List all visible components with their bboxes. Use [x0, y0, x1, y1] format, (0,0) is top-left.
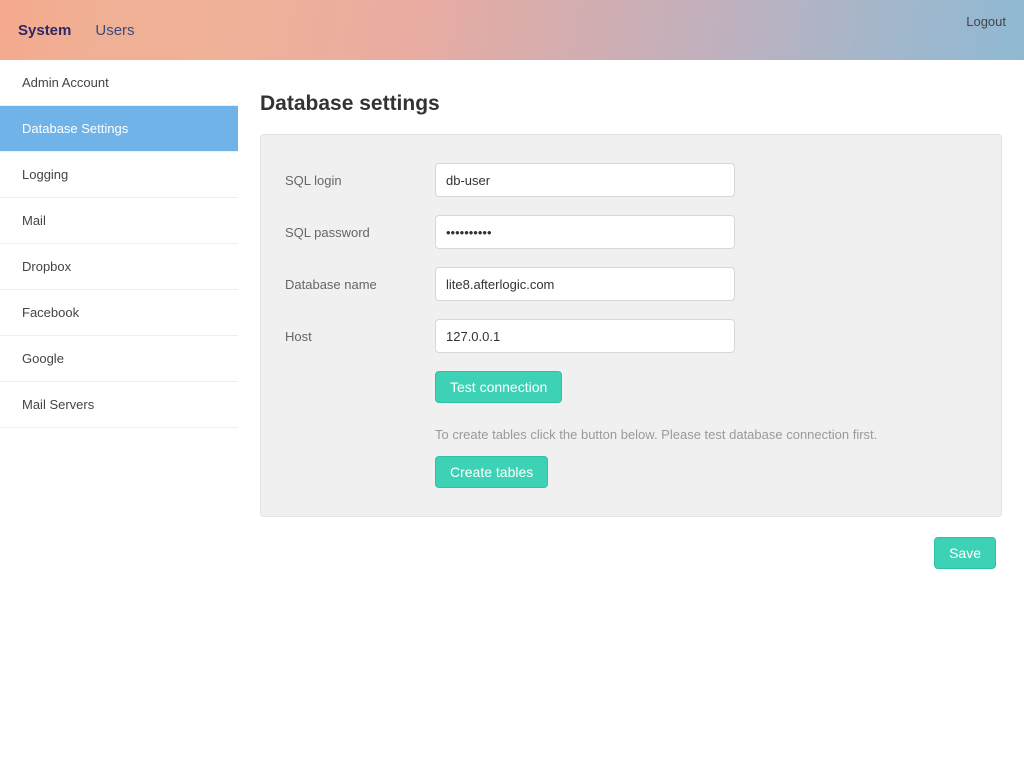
row-host: Host: [285, 319, 977, 353]
row-database-name: Database name: [285, 267, 977, 301]
create-tables-button[interactable]: Create tables: [435, 456, 548, 488]
row-sql-login: SQL login: [285, 163, 977, 197]
sidebar-item-google[interactable]: Google: [0, 336, 238, 382]
logout-link[interactable]: Logout: [966, 14, 1006, 29]
sidebar-item-admin-account[interactable]: Admin Account: [0, 60, 238, 106]
tab-system[interactable]: System: [18, 22, 71, 39]
page-title: Database settings: [260, 92, 1002, 116]
sidebar: Admin Account Database Settings Logging …: [0, 60, 238, 768]
top-header: System Users Logout: [0, 0, 1024, 60]
sql-login-input[interactable]: [435, 163, 735, 197]
row-sql-password: SQL password: [285, 215, 977, 249]
header-tabs: System Users: [18, 22, 135, 39]
host-label: Host: [285, 329, 435, 344]
database-name-label: Database name: [285, 277, 435, 292]
sidebar-item-database-settings[interactable]: Database Settings: [0, 106, 238, 152]
sql-password-input[interactable]: [435, 215, 735, 249]
sidebar-item-dropbox[interactable]: Dropbox: [0, 244, 238, 290]
sidebar-item-mail[interactable]: Mail: [0, 198, 238, 244]
tab-users[interactable]: Users: [95, 22, 134, 39]
host-input[interactable]: [435, 319, 735, 353]
sql-password-label: SQL password: [285, 225, 435, 240]
save-button[interactable]: Save: [934, 537, 996, 569]
sidebar-item-facebook[interactable]: Facebook: [0, 290, 238, 336]
database-name-input[interactable]: [435, 267, 735, 301]
sql-login-label: SQL login: [285, 173, 435, 188]
main-content: Database settings SQL login SQL password…: [238, 60, 1024, 768]
sidebar-item-logging[interactable]: Logging: [0, 152, 238, 198]
sidebar-item-mail-servers[interactable]: Mail Servers: [0, 382, 238, 428]
create-tables-hint: To create tables click the button below.…: [435, 427, 977, 442]
settings-panel: SQL login SQL password Database name Hos…: [260, 134, 1002, 517]
save-row: Save: [260, 537, 1002, 569]
test-connection-button[interactable]: Test connection: [435, 371, 562, 403]
